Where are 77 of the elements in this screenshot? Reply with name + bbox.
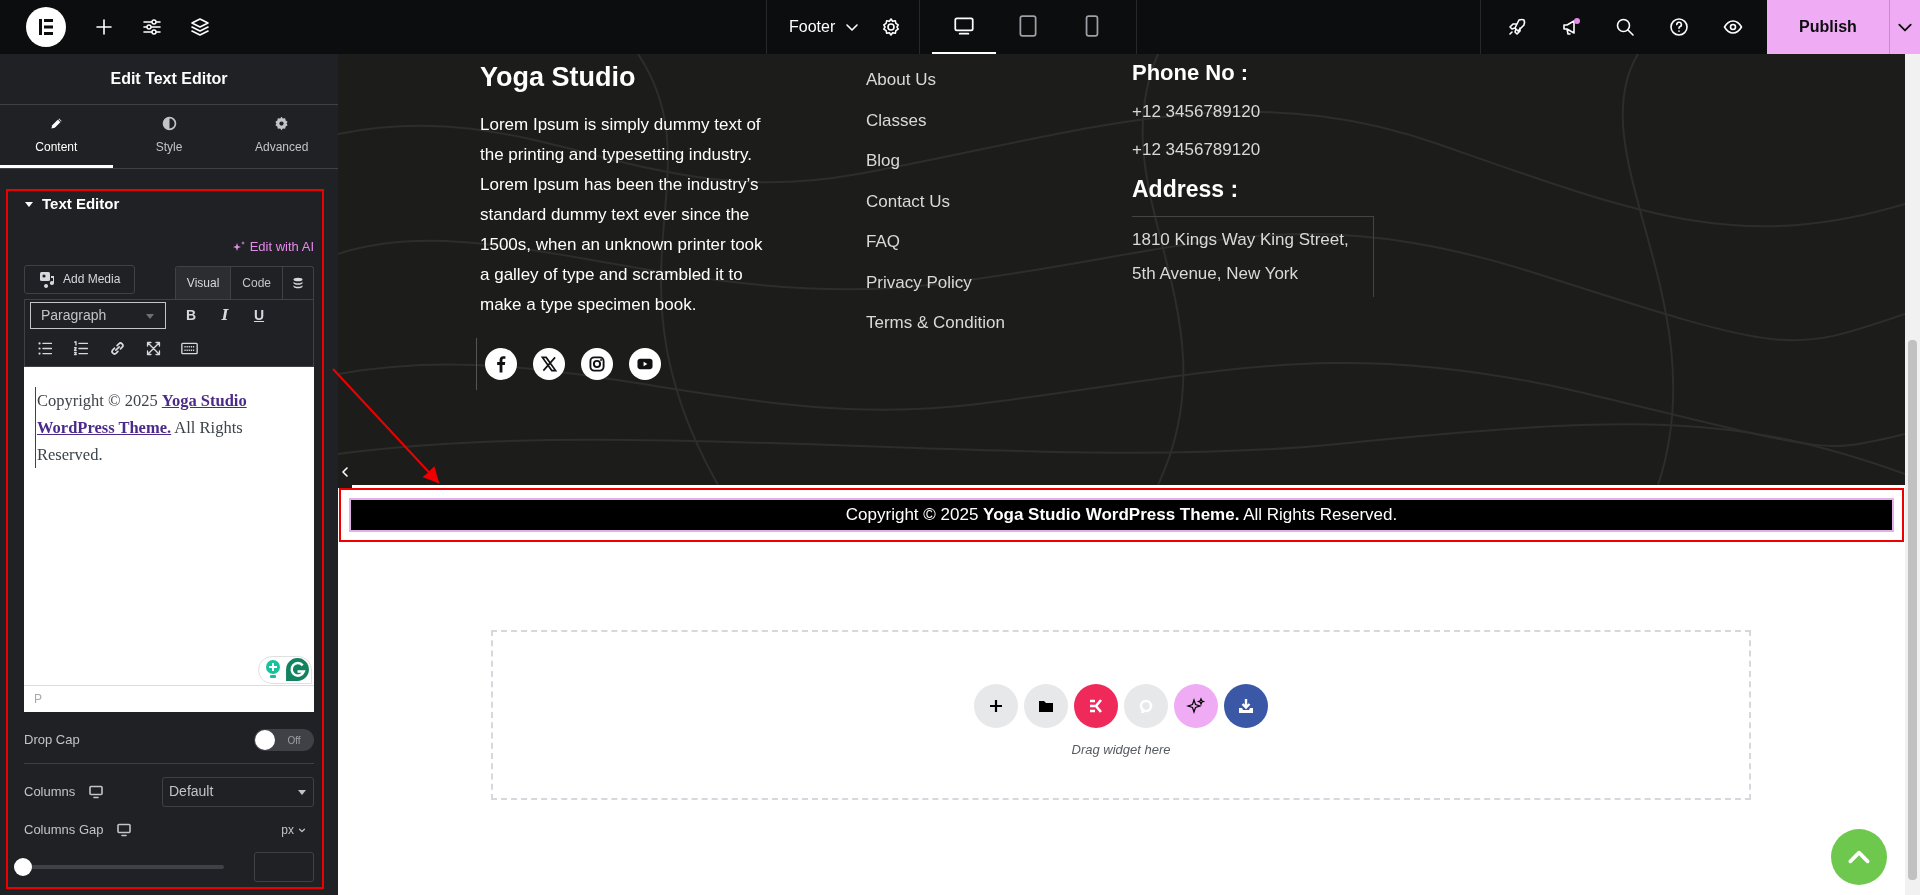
add-element-button[interactable]	[1174, 684, 1218, 729]
footer-link[interactable]: Terms & Condition	[866, 311, 1132, 335]
megaphone-icon[interactable]	[1561, 17, 1581, 37]
element-path-label: P	[34, 690, 42, 708]
eye-icon[interactable]	[1723, 17, 1743, 37]
chevron-icon	[341, 467, 349, 477]
bold-button[interactable]: B	[182, 305, 200, 326]
contact-heading: Address :	[1132, 175, 1240, 204]
text-editor-area[interactable]: Copyright © 2025 Yoga Studio WordPress Theme. All Rights Reserved. P	[24, 366, 314, 712]
address-line: 5th Avenue, New York	[1132, 263, 1300, 285]
instagram-icon[interactable]	[581, 348, 613, 380]
monitor-icon	[117, 822, 132, 837]
footer-about-text: Lorem Ipsum is simply dummy text of the printing and typesetting industry. Lorem Ipsum has been the industry’s standard dummy text ever since the 1500s, when an unknown printer took a galley of type and scrambled it to make a type specimen book.	[480, 114, 764, 316]
contact-heading: Phone No :	[1132, 60, 1250, 86]
add-media-button[interactable]: Add Media	[24, 264, 136, 294]
toggle-switch[interactable]: Off	[254, 729, 314, 751]
editor-mode-tab[interactable]: Visual	[175, 266, 232, 299]
footer-link[interactable]: Privacy Policy	[866, 270, 1132, 295]
caret-icon	[24, 199, 34, 209]
phone-number: +12 3456789120	[1132, 139, 1262, 161]
logo-icon[interactable]	[26, 7, 66, 47]
help-icon[interactable]	[1669, 17, 1689, 37]
contrast-icon	[160, 114, 178, 132]
format-dropdown[interactable]: Paragraph	[30, 302, 166, 329]
database-icon	[292, 276, 304, 289]
address-line: 1810 Kings Way King Street,	[1132, 229, 1349, 251]
numbered-list-icon[interactable]	[73, 340, 90, 357]
unit-dropdown[interactable]: px	[281, 820, 306, 839]
rocket-icon[interactable]	[1507, 17, 1527, 37]
slider-thumb[interactable]	[14, 857, 32, 876]
footer-link[interactable]: Classes	[866, 108, 1132, 133]
panel-title: Edit Text Editor	[110, 69, 228, 89]
footer-brand-title: Yoga Studio	[480, 61, 637, 94]
link-icon[interactable]	[109, 340, 126, 357]
grammar-checker-icon[interactable]	[285, 657, 310, 682]
media-icon	[39, 270, 57, 288]
facebook-icon[interactable]	[485, 348, 517, 380]
footer-link[interactable]: FAQ	[866, 230, 1132, 254]
editor-content-text: Copyright © 2025 Yoga Studio WordPress Theme. All Rights Reserved.	[35, 386, 303, 468]
settings-sliders-icon[interactable]	[142, 17, 162, 37]
panel-tab[interactable]: Advanced	[225, 105, 338, 168]
columns-dropdown[interactable]: Default	[162, 776, 314, 807]
add-element-button[interactable]	[974, 684, 1018, 729]
drop-zone[interactable]: Drag widget here	[491, 630, 1751, 800]
x-icon[interactable]	[533, 348, 565, 380]
number-input[interactable]	[254, 851, 314, 882]
edit-with-ai-link[interactable]: Edit with AI	[231, 237, 314, 257]
publish-button[interactable]: Publish	[1767, 0, 1889, 54]
scrollbar[interactable]	[1905, 54, 1920, 895]
drop-zone-hint: Drag widget here	[1071, 741, 1171, 760]
panel-tab[interactable]: Style	[112, 105, 226, 168]
add-element-button[interactable]	[1024, 684, 1068, 729]
footer-link[interactable]: About Us	[866, 68, 1132, 92]
phone-number: +12 3456789120	[1132, 101, 1262, 123]
settings-icon[interactable]	[881, 17, 902, 37]
field-label: Columns Gap	[24, 820, 104, 839]
bulleted-list-icon[interactable]	[37, 340, 54, 357]
field-label: Columns	[24, 782, 76, 801]
add-icon[interactable]	[94, 17, 114, 37]
keyboard-icon[interactable]	[181, 340, 198, 357]
add-element-button[interactable]	[1224, 684, 1268, 729]
youtube-icon[interactable]	[629, 348, 661, 380]
document-dropdown[interactable]: Footer	[767, 0, 882, 54]
desktop-icon	[952, 14, 977, 38]
panel-tab[interactable]: Content	[0, 105, 113, 168]
footer-link[interactable]: Blog	[866, 149, 1132, 173]
monitor-icon	[89, 784, 104, 799]
editor-mode-tab[interactable]: Code	[231, 266, 283, 299]
layers-icon[interactable]	[190, 17, 210, 37]
italic-button[interactable]: I	[216, 305, 234, 326]
underline-button[interactable]: U	[250, 305, 268, 326]
fullscreen-icon[interactable]	[145, 340, 162, 357]
field-label: Drop Cap	[24, 731, 80, 750]
search-icon[interactable]	[1615, 17, 1635, 37]
copyright-text: Copyright © 2025 Yoga Studio WordPress Theme. All Rights Reserved.	[845, 504, 1398, 527]
footer-link[interactable]: Contact Us	[866, 189, 1132, 214]
section-header[interactable]: Text Editor	[24, 189, 314, 219]
